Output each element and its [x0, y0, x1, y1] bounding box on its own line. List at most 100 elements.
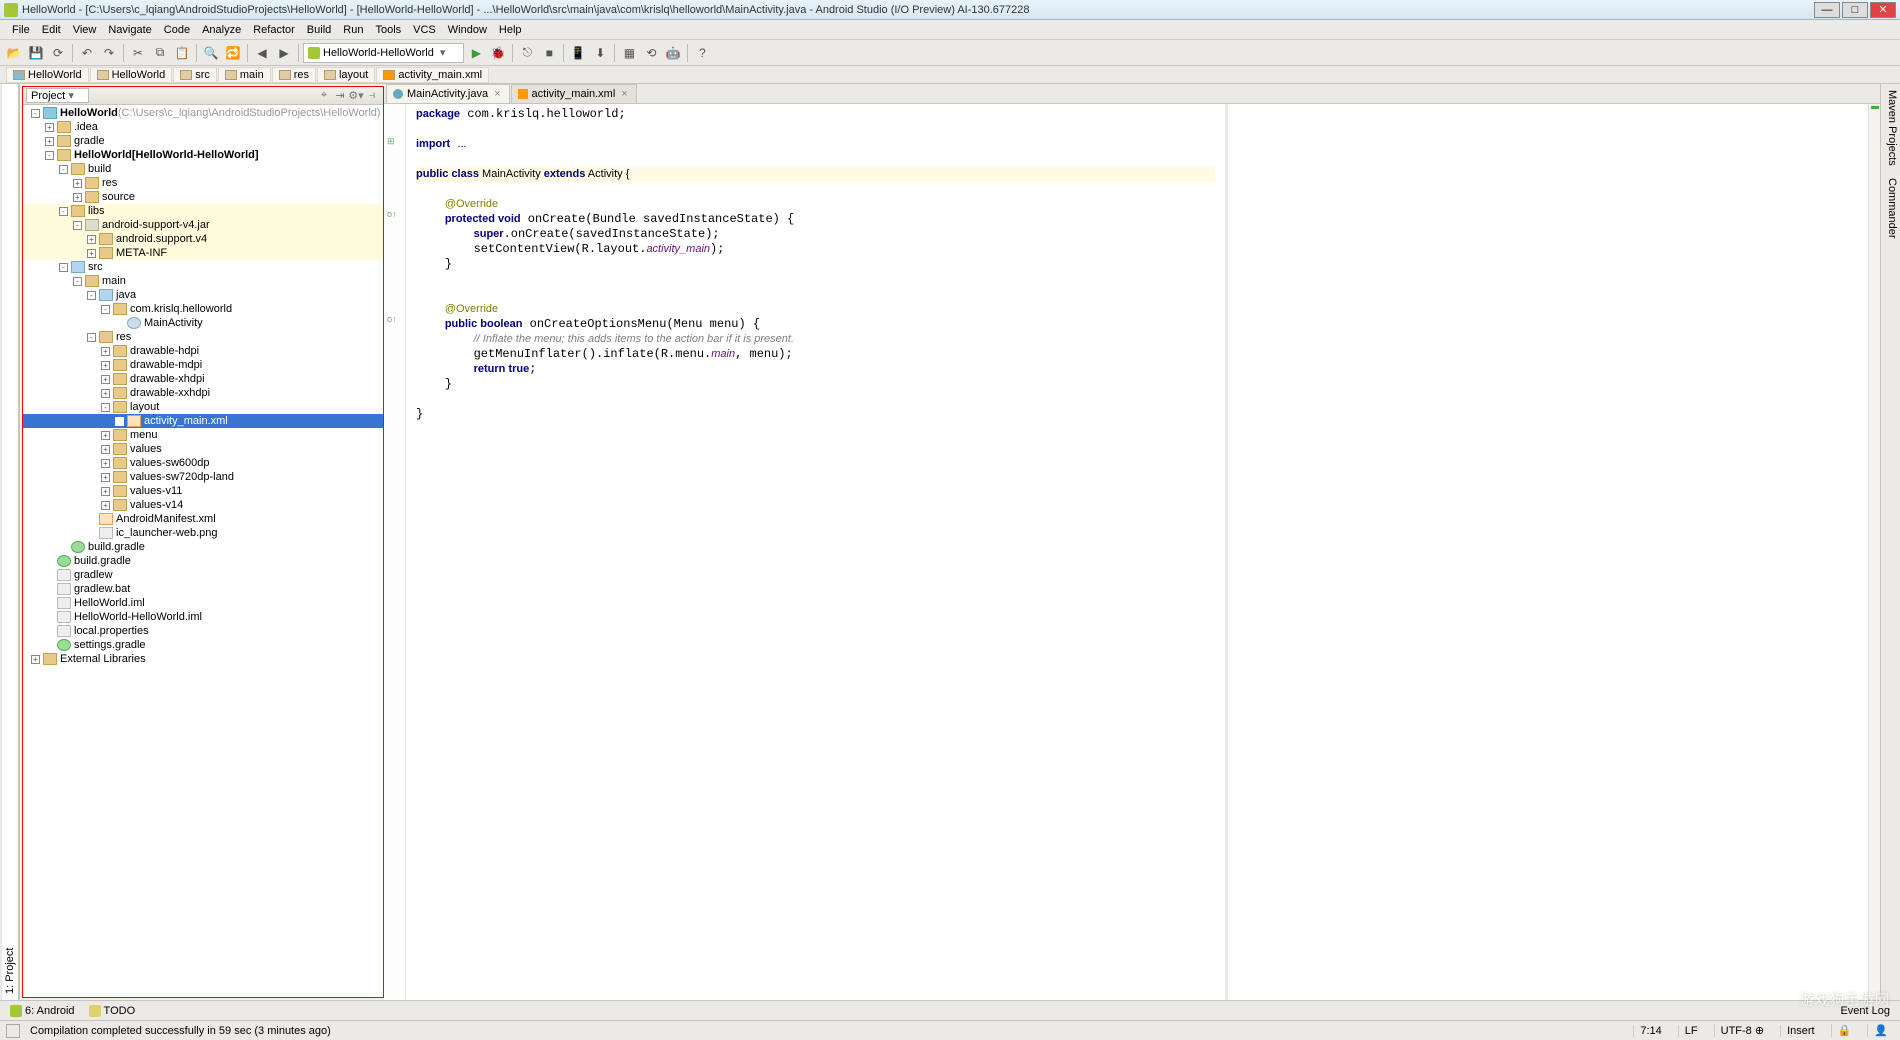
secondary-editor[interactable] — [1228, 104, 1868, 1000]
tree-item[interactable]: -layout — [23, 400, 383, 414]
collapse-all-icon[interactable]: ⇥ — [332, 88, 348, 104]
breadcrumb-item[interactable]: layout — [317, 67, 375, 83]
tree-item[interactable]: +values-sw600dp — [23, 456, 383, 470]
tool-tab-maven-projects[interactable]: Maven Projects — [1881, 84, 1900, 172]
tree-item[interactable]: +drawable-xxhdpi — [23, 386, 383, 400]
attach-icon[interactable]: ⎋ — [517, 43, 537, 63]
collapse-icon[interactable]: - — [73, 221, 82, 230]
copy-icon[interactable]: ⧉ — [150, 43, 170, 63]
debug-button[interactable]: 🐞 — [488, 43, 508, 63]
menu-refactor[interactable]: Refactor — [247, 22, 301, 38]
sync-icon[interactable]: ⟳ — [48, 43, 68, 63]
tree-item[interactable]: -HelloWorld [HelloWorld-HelloWorld] — [23, 148, 383, 162]
tree-item[interactable]: gradlew.bat — [23, 582, 383, 596]
maximize-button[interactable]: □ — [1842, 2, 1868, 18]
open-icon[interactable]: 📂 — [4, 43, 24, 63]
expand-icon[interactable]: + — [101, 487, 110, 496]
expand-icon[interactable]: + — [73, 193, 82, 202]
tree-item[interactable]: MainActivity — [23, 316, 383, 330]
tree-item[interactable]: +.idea — [23, 120, 383, 134]
redo-icon[interactable]: ↷ — [99, 43, 119, 63]
tree-item[interactable]: AndroidManifest.xml — [23, 512, 383, 526]
tree-item[interactable]: -build — [23, 162, 383, 176]
tree-item[interactable]: ic_launcher-web.png — [23, 526, 383, 540]
tree-item[interactable]: +values — [23, 442, 383, 456]
tree-item[interactable]: +gradle — [23, 134, 383, 148]
collapse-icon[interactable]: - — [73, 277, 82, 286]
avd-icon[interactable]: 📱 — [568, 43, 588, 63]
expand-icon[interactable]: + — [101, 431, 110, 440]
help-icon[interactable]: ? — [692, 43, 712, 63]
collapse-icon[interactable]: - — [101, 305, 110, 314]
tree-item[interactable]: +drawable-hdpi — [23, 344, 383, 358]
run-button[interactable]: ▶ — [466, 43, 486, 63]
hector-icon[interactable]: 👤 — [1867, 1024, 1894, 1037]
tool-tab-2--structure[interactable]: 2: Structure — [0, 84, 2, 1000]
tree-item[interactable]: +res — [23, 176, 383, 190]
line-ending[interactable]: LF — [1678, 1025, 1704, 1037]
collapse-icon[interactable]: - — [59, 207, 68, 216]
expand-icon[interactable]: + — [101, 445, 110, 454]
forward-icon[interactable]: ▶ — [274, 43, 294, 63]
file-encoding[interactable]: UTF-8 ⊕ — [1714, 1024, 1770, 1037]
expand-icon[interactable]: + — [101, 501, 110, 510]
tree-item[interactable]: build.gradle — [23, 554, 383, 568]
tree-item[interactable]: -src — [23, 260, 383, 274]
insert-mode[interactable]: Insert — [1780, 1025, 1821, 1037]
project-view-select[interactable]: Project ▾ — [26, 88, 89, 103]
tree-item[interactable]: +android.support.v4 — [23, 232, 383, 246]
undo-icon[interactable]: ↶ — [77, 43, 97, 63]
tree-item[interactable]: activity_main.xml — [23, 414, 383, 428]
tree-item[interactable]: +drawable-mdpi — [23, 358, 383, 372]
expand-icon[interactable]: + — [31, 655, 40, 664]
tree-item[interactable]: settings.gradle — [23, 638, 383, 652]
editor-gutter[interactable]: ⊞ o↑ o↑ — [384, 104, 406, 1000]
expand-icon[interactable]: + — [101, 375, 110, 384]
tree-item[interactable]: +drawable-xhdpi — [23, 372, 383, 386]
expand-icon[interactable]: + — [87, 235, 96, 244]
expand-icon[interactable]: + — [101, 459, 110, 468]
replace-icon[interactable]: 🔁 — [223, 43, 243, 63]
breadcrumb-item[interactable]: activity_main.xml — [376, 67, 489, 83]
expand-icon[interactable]: + — [101, 473, 110, 482]
android-monitor-icon[interactable]: 🤖 — [663, 43, 683, 63]
expand-icon[interactable]: + — [101, 389, 110, 398]
tree-item[interactable]: build.gradle — [23, 540, 383, 554]
expand-icon[interactable]: + — [45, 123, 54, 132]
sync-gradle-icon[interactable]: ⟲ — [641, 43, 661, 63]
collapse-icon[interactable]: - — [59, 263, 68, 272]
override-icon[interactable]: o↑ — [387, 314, 397, 324]
tree-item[interactable]: -java — [23, 288, 383, 302]
collapse-icon[interactable]: - — [45, 151, 54, 160]
breadcrumb-item[interactable]: HelloWorld — [6, 67, 89, 83]
lock-icon[interactable]: 🔒 — [1831, 1024, 1858, 1037]
caret-position[interactable]: 7:14 — [1633, 1025, 1667, 1037]
expand-icon[interactable]: + — [73, 179, 82, 188]
hide-panel-icon[interactable]: ⥽ — [364, 88, 380, 104]
expand-icon[interactable]: + — [87, 249, 96, 258]
tree-item[interactable]: +META-INF — [23, 246, 383, 260]
menu-analyze[interactable]: Analyze — [196, 22, 247, 38]
menu-window[interactable]: Window — [442, 22, 493, 38]
tree-item[interactable]: HelloWorld-HelloWorld.iml — [23, 610, 383, 624]
expand-icon[interactable]: + — [101, 361, 110, 370]
breadcrumb-item[interactable]: res — [272, 67, 316, 83]
back-icon[interactable]: ◀ — [252, 43, 272, 63]
collapse-icon[interactable]: - — [101, 403, 110, 412]
project-tree[interactable]: -HelloWorld (C:\Users\c_lqiang\AndroidSt… — [23, 105, 383, 997]
tree-item[interactable]: gradlew — [23, 568, 383, 582]
settings-gear-icon[interactable]: ⚙▾ — [348, 88, 364, 104]
error-stripe[interactable] — [1868, 104, 1880, 1000]
tree-item[interactable]: +menu — [23, 428, 383, 442]
breadcrumb-item[interactable]: main — [218, 67, 271, 83]
tree-item[interactable]: +values-v11 — [23, 484, 383, 498]
tree-item[interactable]: HelloWorld.iml — [23, 596, 383, 610]
code-editor[interactable]: package com.krislq.helloworld; import ..… — [406, 104, 1225, 1000]
tree-item[interactable]: -com.krislq.helloworld — [23, 302, 383, 316]
tree-item[interactable]: -res — [23, 330, 383, 344]
project-structure-icon[interactable]: ▦ — [619, 43, 639, 63]
breadcrumb-item[interactable]: src — [173, 67, 217, 83]
tree-item[interactable]: +External Libraries — [23, 652, 383, 666]
menu-vcs[interactable]: VCS — [407, 22, 442, 38]
paste-icon[interactable]: 📋 — [172, 43, 192, 63]
